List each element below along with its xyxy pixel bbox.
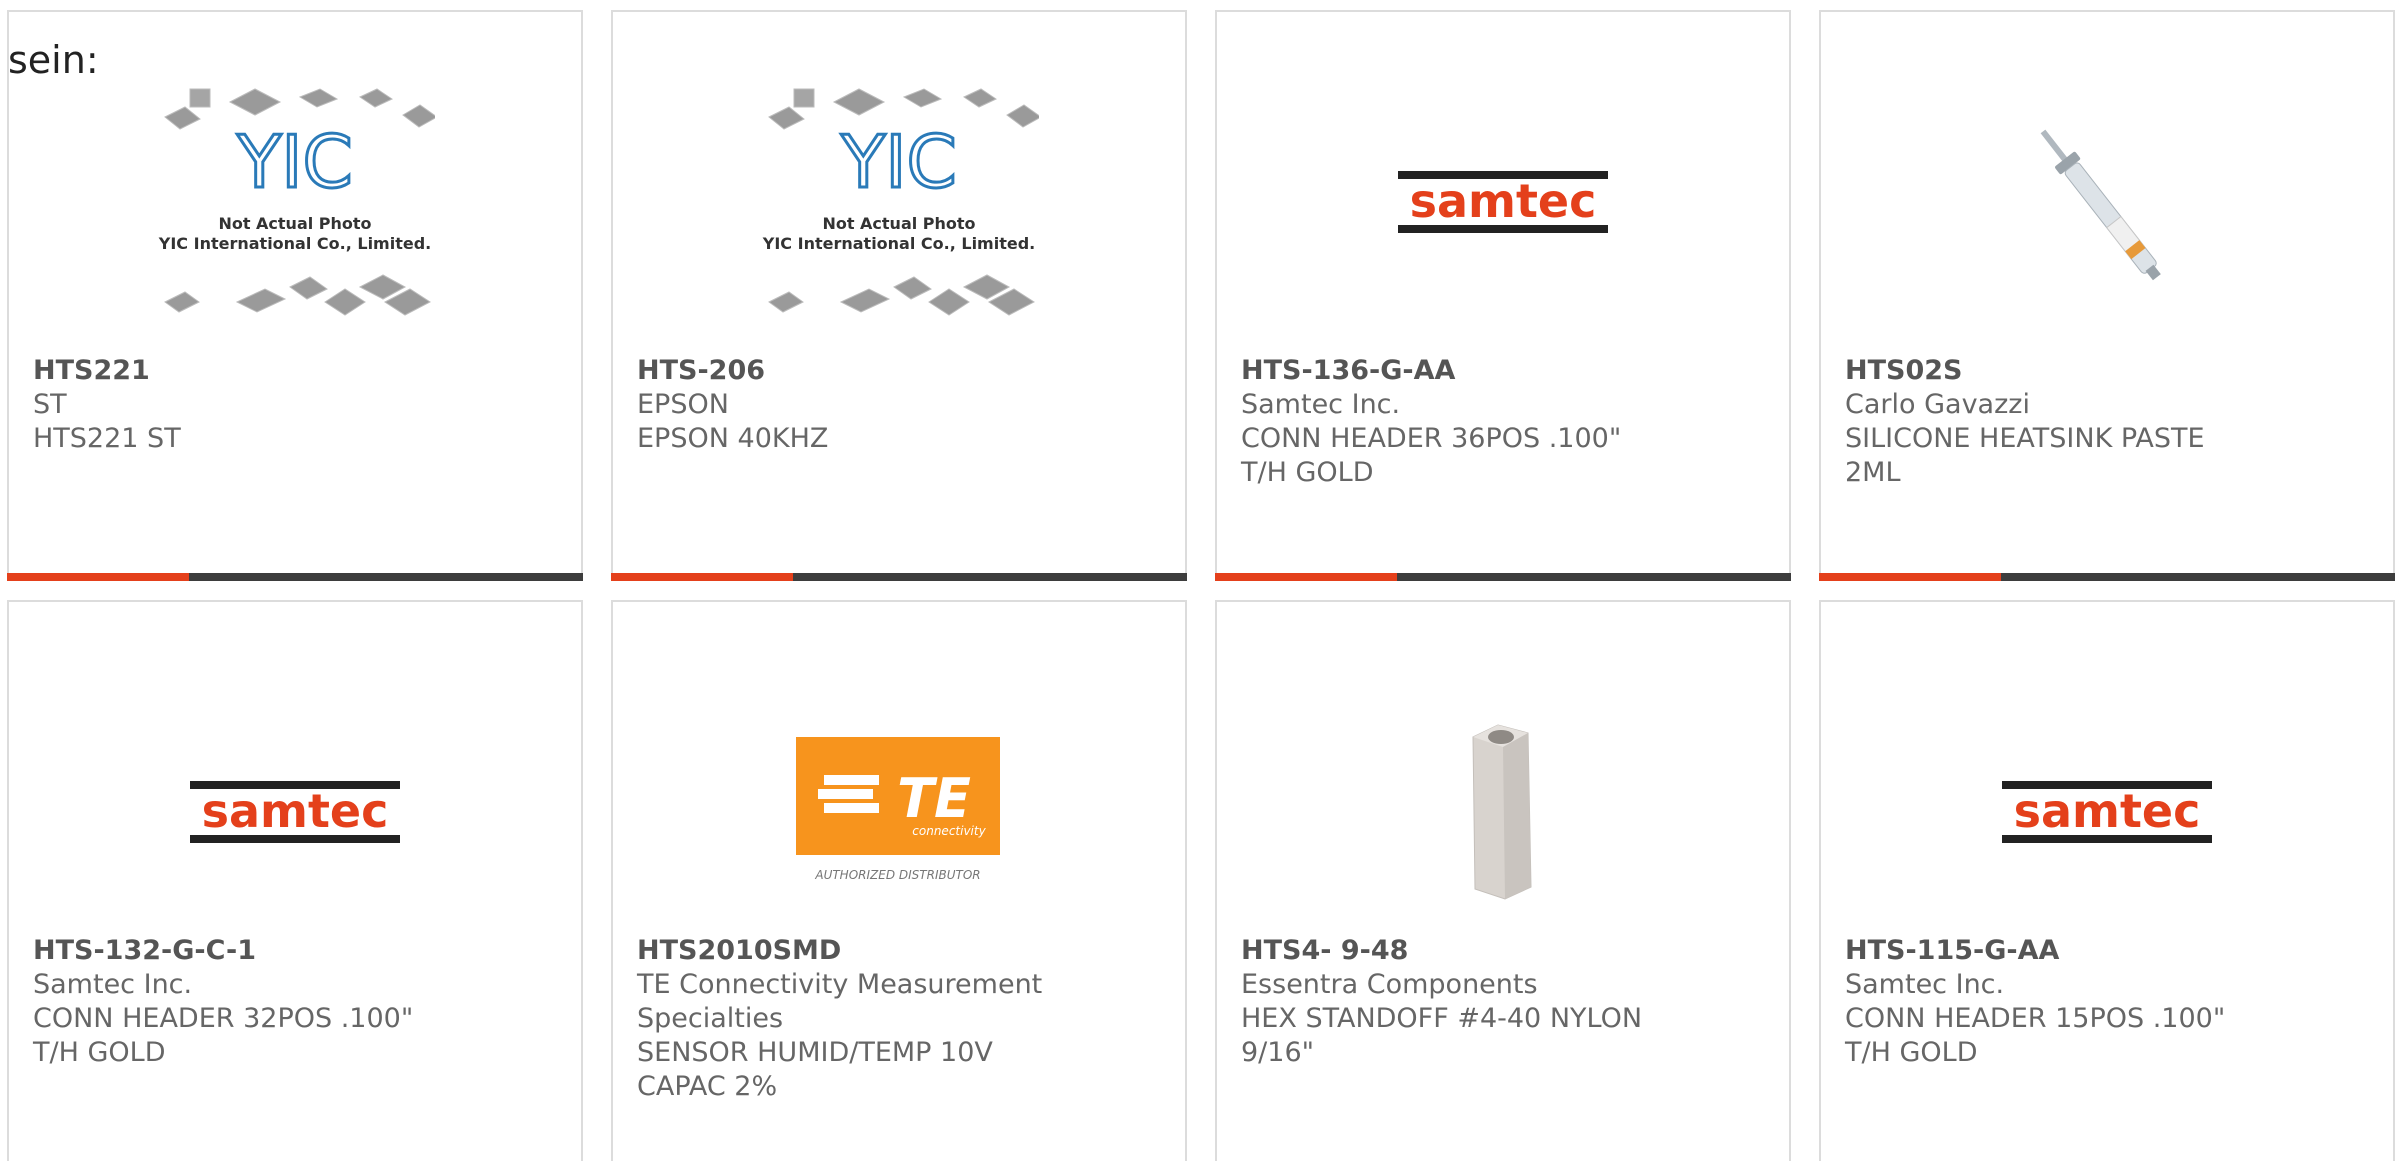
description: CONN HEADER 15POS .100" T/H GOLD: [1845, 1003, 2226, 1068]
manufacturer: TE Connectivity Measurement Specialties: [637, 969, 1043, 1034]
part-number[interactable]: HTS-206: [637, 354, 1161, 388]
part-number[interactable]: HTS-132-G-C-1: [33, 934, 557, 968]
page-heading: sein:: [8, 38, 99, 82]
yic-line2: YIC International Co., Limited.: [762, 234, 1035, 253]
svg-text:YIC: YIC: [236, 120, 353, 204]
manufacturer: Essentra Components: [1241, 969, 1538, 1000]
manufacturer: Samtec Inc.: [33, 969, 193, 1000]
product-card[interactable]: HTS4- 9-48 Essentra Components HEX STAND…: [1215, 600, 1791, 1161]
card-bar: [1819, 573, 2395, 581]
svg-text:YIC: YIC: [840, 120, 957, 204]
product-card[interactable]: YIC Not Actual Photo YIC International C…: [611, 10, 1187, 581]
description: HEX STANDOFF #4-40 NYLON 9/16": [1241, 1003, 1643, 1068]
part-number[interactable]: HTS-136-G-AA: [1241, 354, 1765, 388]
card-bar: [611, 573, 1187, 581]
samtec-logo-icon: samtec: [1398, 171, 1608, 233]
te-logo-icon: TE connectivity AUTHORIZED DISTRIBUTOR: [796, 737, 1000, 882]
part-number[interactable]: HTS4- 9-48: [1241, 934, 1765, 968]
description: EPSON 40KHZ: [637, 423, 829, 454]
product-image[interactable]: samtec: [1217, 52, 1789, 352]
product-card[interactable]: samtec HTS-136-G-AA Samtec Inc. CONN HEA…: [1215, 10, 1791, 581]
product-image[interactable]: samtec: [1821, 662, 2393, 962]
product-card[interactable]: samtec HTS-115-G-AA Samtec Inc. CONN HEA…: [1819, 600, 2395, 1161]
hex-standoff-icon: [1472, 724, 1532, 900]
product-card[interactable]: TE connectivity AUTHORIZED DISTRIBUTOR H…: [611, 600, 1187, 1161]
product-image[interactable]: [1217, 662, 1789, 962]
manufacturer: EPSON: [637, 389, 729, 420]
description: CONN HEADER 32POS .100" T/H GOLD: [33, 1003, 414, 1068]
part-number[interactable]: HTS02S: [1845, 354, 2369, 388]
yic-placeholder-icon: YIC Not Actual Photo YIC International C…: [762, 88, 1039, 316]
product-image[interactable]: TE connectivity AUTHORIZED DISTRIBUTOR: [613, 662, 1185, 962]
product-image[interactable]: YIC Not Actual Photo YIC International C…: [613, 52, 1185, 352]
te-caption: AUTHORIZED DISTRIBUTOR: [814, 868, 980, 882]
part-number[interactable]: HTS221: [33, 354, 557, 388]
yic-line1: Not Actual Photo: [218, 214, 371, 233]
product-image[interactable]: YIC Not Actual Photo YIC International C…: [9, 52, 581, 352]
syringe-icon: [2040, 129, 2161, 281]
part-number[interactable]: HTS-115-G-AA: [1845, 934, 2369, 968]
samtec-logo-icon: samtec: [190, 781, 400, 843]
manufacturer: Samtec Inc.: [1845, 969, 2005, 1000]
description: CONN HEADER 36POS .100" T/H GOLD: [1241, 423, 1622, 488]
samtec-logo-icon: samtec: [2002, 781, 2212, 843]
product-card[interactable]: HTS02S Carlo Gavazzi SILICONE HEATSINK P…: [1819, 10, 2395, 581]
description: HTS221 ST: [33, 423, 181, 454]
samtec-text: samtec: [1410, 174, 1597, 228]
yic-line2: YIC International Co., Limited.: [158, 234, 431, 253]
card-bar: [1215, 573, 1791, 581]
description: SILICONE HEATSINK PASTE 2ML: [1845, 423, 2205, 488]
manufacturer: Carlo Gavazzi: [1845, 389, 2030, 420]
product-card[interactable]: samtec HTS-132-G-C-1 Samtec Inc. CONN HE…: [7, 600, 583, 1161]
manufacturer: Samtec Inc.: [1241, 389, 1401, 420]
yic-placeholder-icon: YIC Not Actual Photo YIC International C…: [158, 88, 435, 316]
te-name: TE: [897, 767, 971, 830]
manufacturer: ST: [33, 389, 67, 420]
samtec-text: samtec: [2014, 784, 2201, 838]
yic-line1: Not Actual Photo: [822, 214, 975, 233]
samtec-text: samtec: [202, 784, 389, 838]
card-bar: [7, 573, 583, 581]
product-card[interactable]: YIC Not Actual Photo YIC International C…: [7, 10, 583, 581]
te-sub: connectivity: [912, 824, 986, 838]
product-image[interactable]: samtec: [9, 662, 581, 962]
description: SENSOR HUMID/TEMP 10V CAPAC 2%: [637, 1037, 993, 1102]
part-number[interactable]: HTS2010SMD: [637, 934, 1161, 968]
product-image[interactable]: [1821, 52, 2393, 352]
